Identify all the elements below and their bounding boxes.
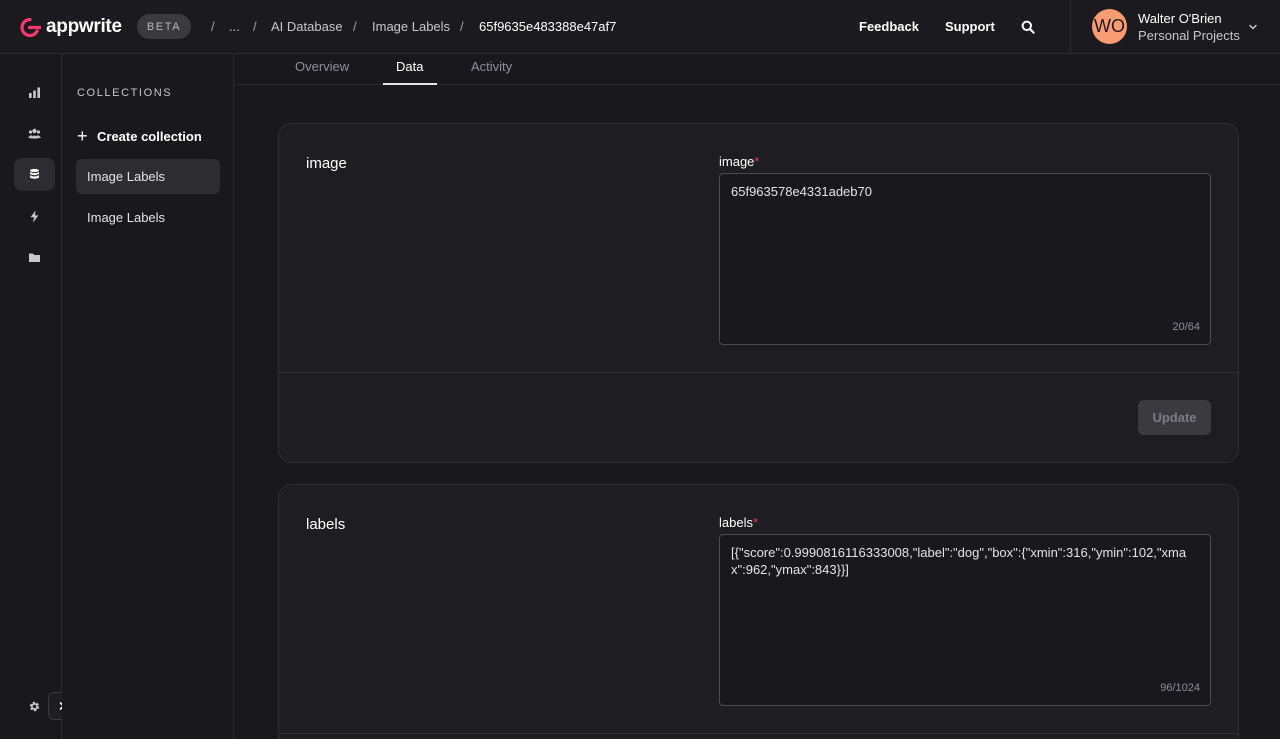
character-counter: 20/64 (1172, 321, 1200, 333)
attribute-title: labels (306, 516, 346, 533)
breadcrumb-separator: / (253, 19, 257, 34)
feedback-link[interactable]: Feedback (859, 19, 919, 34)
bolt-icon (30, 210, 39, 223)
breadcrumb-separator: / (460, 19, 464, 34)
avatar[interactable]: WO (1092, 9, 1127, 44)
search-icon[interactable] (1021, 20, 1035, 34)
tab-data[interactable]: Data (396, 59, 423, 74)
collections-sidebar: COLLECTIONS + Create collection Image La… (62, 54, 234, 739)
character-counter: 96/1024 (1160, 682, 1200, 694)
labels-textarea[interactable]: [{"score":0.9990816116333008,"label":"do… (719, 534, 1211, 706)
user-name[interactable]: Walter O'Brien (1138, 11, 1222, 26)
storage-nav-button[interactable] (14, 241, 55, 274)
field-label-text: image (719, 154, 755, 169)
users-icon (28, 128, 41, 139)
databases-nav-button[interactable] (14, 158, 55, 191)
document-tabs: Overview Data Activity (235, 54, 1280, 85)
collections-heading: COLLECTIONS (77, 87, 173, 99)
folder-icon (29, 253, 40, 262)
attribute-card-labels: labels labels* [{"score":0.9990816116333… (278, 484, 1239, 739)
active-tab-indicator (383, 83, 437, 85)
appwrite-logo[interactable]: appwrite (20, 15, 122, 39)
collection-item[interactable]: Image Labels (76, 200, 220, 235)
create-collection-button[interactable]: + Create collection (77, 127, 202, 145)
field-label-labels: labels* (719, 515, 758, 530)
support-link[interactable]: Support (945, 19, 995, 34)
card-divider (279, 372, 1238, 373)
database-icon (30, 168, 39, 179)
required-marker: * (754, 154, 760, 169)
auth-nav-button[interactable] (14, 117, 55, 150)
labels-value: [{"score":0.9990816116333008,"label":"do… (731, 545, 1187, 577)
image-textarea[interactable]: 65f963578e4331adeb70 20/64 (719, 173, 1211, 345)
beta-badge: BETA (137, 14, 191, 39)
appwrite-logo-icon (20, 17, 41, 37)
breadcrumb-separator: / (211, 19, 215, 34)
breadcrumb-ellipsis[interactable]: ... (229, 19, 240, 34)
header-divider (1070, 0, 1071, 54)
top-header: appwrite BETA / ... / AI Database / Imag… (0, 0, 1280, 54)
functions-nav-button[interactable] (14, 200, 55, 233)
collection-item[interactable]: Image Labels (76, 159, 220, 194)
chevron-down-icon[interactable] (1248, 22, 1258, 32)
breadcrumb-document-id[interactable]: 65f9635e483388e47af7 (479, 19, 616, 34)
settings-icon (29, 701, 40, 712)
attribute-card-image: image image* 65f963578e4331adeb70 20/64 … (278, 123, 1239, 463)
update-button[interactable]: Update (1138, 400, 1211, 435)
attribute-title: image (306, 155, 347, 172)
brand-name: appwrite (46, 16, 122, 37)
field-label-text: labels (719, 515, 753, 530)
breadcrumb-separator: / (353, 19, 357, 34)
tab-activity[interactable]: Activity (471, 59, 512, 74)
field-label-image: image* (719, 154, 759, 169)
breadcrumb-database[interactable]: AI Database (271, 19, 343, 34)
chart-icon (29, 87, 40, 98)
overview-nav-button[interactable] (14, 76, 55, 109)
image-value: 65f963578e4331adeb70 (731, 184, 872, 199)
tab-overview[interactable]: Overview (295, 59, 349, 74)
required-marker: * (752, 515, 759, 530)
plus-icon: + (77, 126, 88, 146)
card-divider (279, 733, 1238, 734)
create-collection-label: Create collection (97, 128, 202, 144)
organization-name[interactable]: Personal Projects (1138, 28, 1240, 43)
breadcrumb-collection[interactable]: Image Labels (372, 19, 450, 34)
icon-rail (0, 54, 76, 739)
